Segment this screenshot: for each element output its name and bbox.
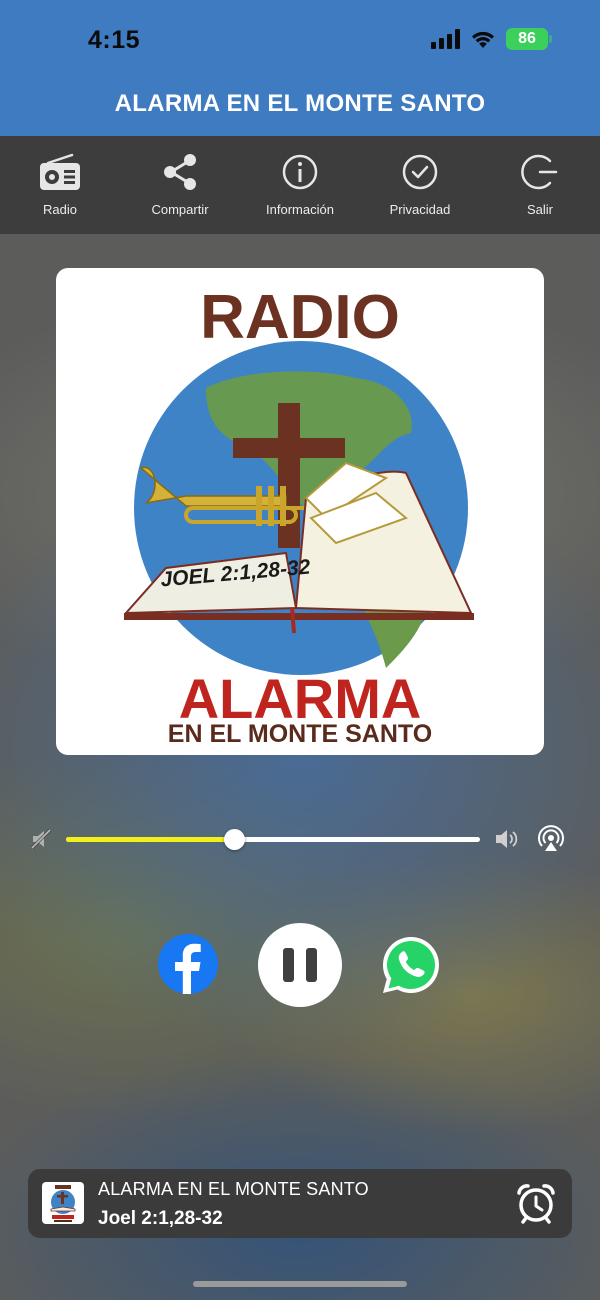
toolbar: Radio Compartir Información Privacidad S… — [0, 136, 600, 234]
mute-icon[interactable] — [30, 828, 52, 850]
share-icon — [164, 154, 196, 190]
toolbar-exit-button[interactable]: Salir — [480, 136, 600, 234]
toolbar-radio-button[interactable]: Radio — [0, 136, 120, 234]
airplay-icon[interactable] — [537, 825, 565, 853]
battery-icon: 86 — [506, 28, 552, 50]
status-time: 4:15 — [88, 26, 141, 54]
volume-slider[interactable] — [66, 829, 480, 850]
volume-row — [0, 820, 600, 860]
cellular-signal-icon — [431, 29, 460, 49]
now-playing-thumbnail — [42, 1182, 84, 1224]
cross-icon — [278, 403, 300, 548]
whatsapp-button[interactable] — [380, 934, 442, 996]
toolbar-info-label: Información — [266, 202, 334, 217]
station-thumbnail-logo — [50, 1185, 76, 1222]
station-logo: RADIO JOEL 2:1,28-32 ALARMA EN EL MONTE … — [123, 283, 474, 748]
toolbar-info-button[interactable]: Información — [240, 136, 360, 234]
sleep-timer-button[interactable] — [514, 1181, 558, 1225]
toolbar-privacy-button[interactable]: Privacidad — [360, 136, 480, 234]
toolbar-share-button[interactable]: Compartir — [120, 136, 240, 234]
now-playing-station: ALARMA EN EL MONTE SANTO — [98, 1179, 369, 1199]
station-artwork: RADIO JOEL 2:1,28-32 ALARMA EN EL MONTE … — [56, 268, 544, 755]
wifi-icon — [472, 31, 494, 48]
playback-controls — [0, 922, 600, 1012]
toolbar-privacy-label: Privacidad — [389, 202, 451, 217]
now-playing-track: Joel 2:1,28-32 — [98, 1208, 223, 1229]
radio-icon — [40, 153, 80, 190]
toolbar-share-label: Compartir — [151, 202, 209, 217]
info-icon — [282, 154, 318, 190]
battery-level: 86 — [518, 30, 536, 47]
whatsapp-icon — [383, 937, 439, 993]
logo-subtitle-text: EN EL MONTE SANTO — [168, 720, 432, 748]
header: 4:15 86 ALARMA EN EL MONTE SANTO — [0, 0, 600, 136]
volume-fill — [66, 837, 234, 842]
alarm-clock-icon — [517, 1184, 555, 1224]
now-playing-bar[interactable]: ALARMA EN EL MONTE SANTO Joel 2:1,28-32 — [28, 1169, 572, 1238]
volume-thumb[interactable] — [223, 829, 245, 850]
pause-icon — [283, 948, 317, 982]
check-circle-icon — [402, 154, 438, 190]
facebook-icon — [175, 943, 201, 994]
home-indicator — [193, 1281, 407, 1287]
app-title: ALARMA EN EL MONTE SANTO — [114, 90, 486, 117]
pause-button[interactable] — [258, 923, 342, 1007]
toolbar-exit-label: Salir — [526, 202, 553, 217]
volume-up-icon[interactable] — [494, 827, 520, 851]
toolbar-radio-label: Radio — [43, 202, 77, 217]
status-icons: 86 — [431, 28, 552, 50]
exit-icon — [521, 154, 558, 190]
facebook-button[interactable] — [158, 934, 218, 994]
